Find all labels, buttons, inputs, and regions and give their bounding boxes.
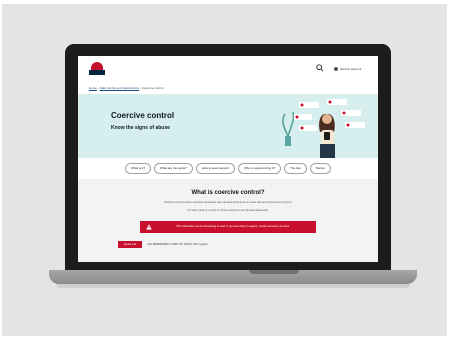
warning-icon bbox=[146, 224, 152, 230]
section-title: What is coercive control? bbox=[191, 190, 265, 196]
logo-base bbox=[89, 70, 105, 75]
tab-law[interactable]: The law bbox=[284, 162, 307, 174]
logo-dome bbox=[91, 62, 103, 70]
nsw-logo[interactable] bbox=[89, 62, 105, 76]
plant-stems bbox=[282, 111, 295, 137]
hero-banner: Coercive control Know the signs of abuse bbox=[78, 94, 378, 158]
site-header: Service account bbox=[78, 56, 378, 82]
woman-figure bbox=[319, 114, 335, 158]
breadcrumb-current: Coercive control bbox=[141, 86, 164, 90]
intro-paragraph: Coercive control is when someone repeate… bbox=[163, 201, 293, 204]
quick-exit-button[interactable]: Quick exit bbox=[118, 240, 143, 248]
account-label: Service account bbox=[340, 66, 362, 71]
skirt bbox=[320, 144, 335, 158]
phone bbox=[324, 132, 330, 140]
content-section: What is coercive control? Coercive contr… bbox=[78, 179, 378, 262]
laptop-notch bbox=[249, 270, 299, 274]
tab-who[interactable]: Who is experiencing it? bbox=[238, 162, 282, 174]
face bbox=[322, 114, 332, 124]
alert-dot bbox=[295, 115, 299, 119]
alert-dot bbox=[328, 100, 332, 104]
alert-dot bbox=[300, 126, 304, 130]
browser-page: Service account Home › Safer family and … bbox=[78, 56, 378, 262]
laptop-foot bbox=[56, 284, 410, 288]
help-text: Call 1800RESPECT (1800 737 732) for 24/7… bbox=[147, 242, 208, 246]
tab-signs[interactable]: What are the signs? bbox=[154, 162, 193, 174]
breadcrumb-parent[interactable]: Safer family and relationships bbox=[100, 86, 139, 90]
plant-pot bbox=[285, 136, 291, 146]
help-row: Quick exit Call 1800RESPECT (1800 737 73… bbox=[118, 240, 208, 248]
hero-illustration bbox=[282, 99, 365, 158]
search-icon[interactable] bbox=[316, 64, 324, 72]
topic-tabs: What is it? What are the signs? How to s… bbox=[78, 160, 378, 176]
breadcrumb: Home › Safer family and relationships › … bbox=[89, 86, 163, 90]
page-title: Coercive control bbox=[111, 111, 175, 120]
laptop-frame: Service account Home › Safer family and … bbox=[65, 44, 391, 270]
warning-text: This information can be distressing to r… bbox=[176, 225, 290, 229]
tab-stories[interactable]: Stories bbox=[309, 162, 331, 174]
warning-banner: This information can be distressing to r… bbox=[140, 221, 316, 233]
alert-dot bbox=[342, 111, 346, 115]
user-icon bbox=[334, 66, 338, 71]
breadcrumb-home[interactable]: Home bbox=[89, 86, 97, 90]
intro-paragraph-2: It is often used by current or former pa… bbox=[187, 209, 269, 212]
account-link[interactable]: Service account bbox=[334, 65, 361, 72]
laptop-base bbox=[49, 270, 417, 284]
tab-support[interactable]: How to seek support bbox=[195, 162, 236, 174]
page-subtitle: Know the signs of abuse bbox=[111, 125, 170, 131]
alert-dot bbox=[346, 123, 350, 127]
alert-dot bbox=[300, 103, 304, 107]
tab-what-is-it[interactable]: What is it? bbox=[125, 162, 152, 174]
